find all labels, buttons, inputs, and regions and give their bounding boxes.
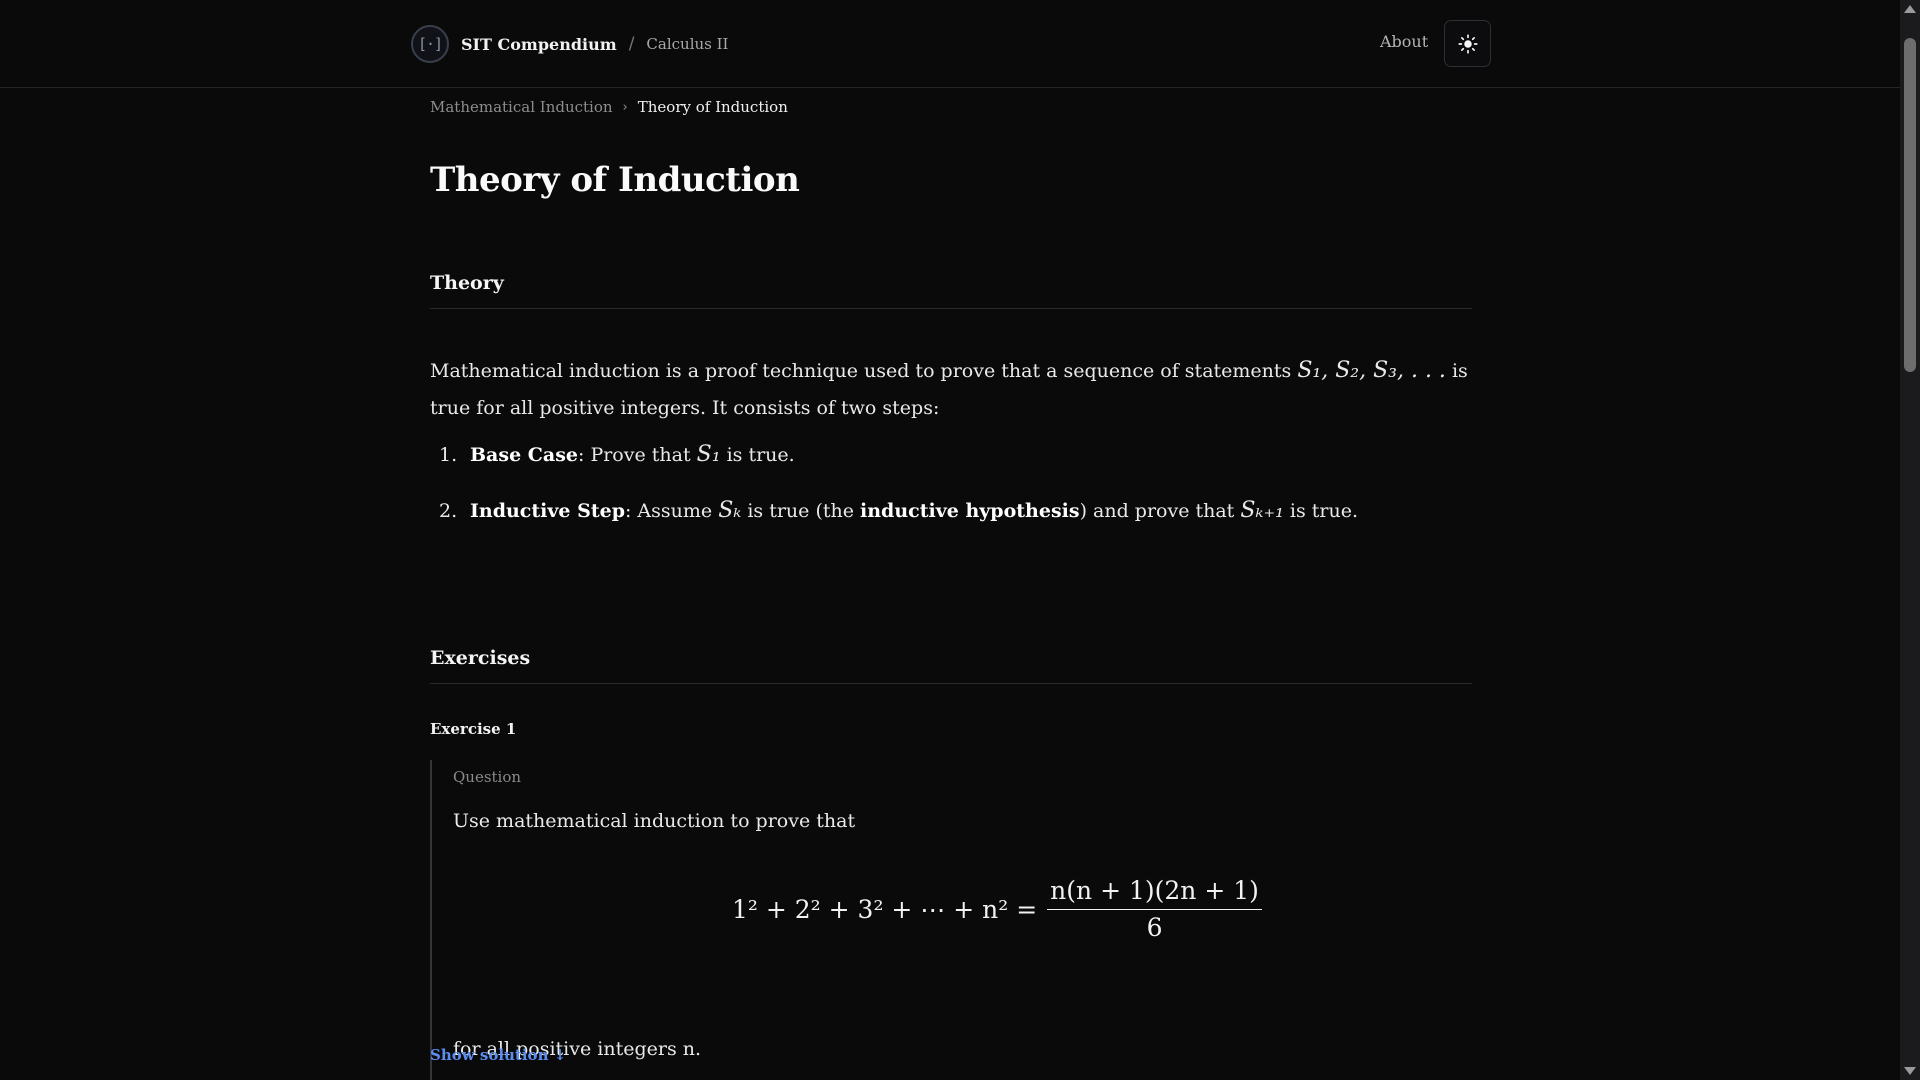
breadcrumb-parent-link[interactable]: Mathematical Induction — [430, 98, 613, 116]
scroll-down-arrow-icon[interactable] — [1904, 1067, 1916, 1075]
theory-section-header: Theory — [430, 272, 1472, 309]
step-base-case: Base Case: Prove that S₁ is true. — [470, 442, 795, 467]
scroll-up-arrow-icon[interactable] — [1904, 5, 1916, 13]
top-navigation: [·] SIT Compendium / Calculus II About — [0, 0, 1900, 88]
statements-math: S₁, S₂, S₃, . . . — [1297, 358, 1446, 383]
equation-lhs: 1² + 2² + 3² + ⋯ + n² = — [732, 894, 1038, 924]
list-item: 1. Base Case: Prove that S₁ is true. — [430, 442, 1472, 498]
exercises-section-header: Exercises — [430, 647, 1472, 684]
question-label: Question — [453, 768, 522, 786]
course-link[interactable]: Calculus II — [646, 35, 728, 53]
show-solution-button[interactable]: Show solution ↓ — [430, 1046, 566, 1064]
list-item: 2. Inductive Step: Assume Sₖ is true (th… — [430, 498, 1472, 554]
vertical-scrollbar[interactable] — [1900, 0, 1920, 1080]
step-number: 1. — [439, 444, 458, 466]
brand[interactable]: [·] SIT Compendium / Calculus II — [411, 22, 728, 66]
inductive-step-math: Sₖ₊₁ — [1240, 498, 1284, 523]
exercise-title: Exercise 1 — [430, 720, 517, 738]
breadcrumb-current: Theory of Induction — [637, 98, 788, 116]
theory-intro: Mathematical induction is a proof techni… — [430, 358, 1468, 419]
breadcrumb: Mathematical Induction › Theory of Induc… — [430, 98, 788, 116]
question-text: Use mathematical induction to prove that — [453, 810, 856, 832]
breadcrumb-chevron-icon: › — [622, 99, 628, 115]
about-link[interactable]: About — [1380, 32, 1428, 51]
sun-icon — [1457, 33, 1478, 54]
page-title: Theory of Induction — [430, 160, 800, 200]
site-name-link[interactable]: SIT Compendium — [461, 35, 617, 54]
equation-numerator: n(n + 1)(2n + 1) — [1047, 876, 1262, 910]
brand-separator: / — [628, 34, 635, 54]
inductive-hypothesis-math: Sₖ — [718, 498, 742, 523]
exercises-heading: Exercises — [430, 647, 531, 669]
theme-toggle-button[interactable] — [1444, 20, 1491, 67]
equation-denominator: 6 — [1146, 913, 1163, 942]
sum-of-squares-equation: 1² + 2² + 3² + ⋯ + n² = n(n + 1)(2n + 1)… — [732, 876, 1262, 942]
site-logo-icon[interactable]: [·] — [411, 25, 449, 63]
theory-heading: Theory — [430, 272, 504, 294]
scrollbar-thumb[interactable] — [1904, 38, 1916, 372]
step-number: 2. — [439, 500, 458, 522]
equation-fraction: n(n + 1)(2n + 1) 6 — [1047, 876, 1262, 942]
induction-steps-list: 1. Base Case: Prove that S₁ is true. 2. … — [430, 442, 1472, 554]
question-block: Question Use mathematical induction to p… — [430, 760, 1472, 1080]
step-inductive: Inductive Step: Assume Sₖ is true (the i… — [470, 498, 1359, 523]
base-case-math: S₁ — [696, 442, 721, 467]
